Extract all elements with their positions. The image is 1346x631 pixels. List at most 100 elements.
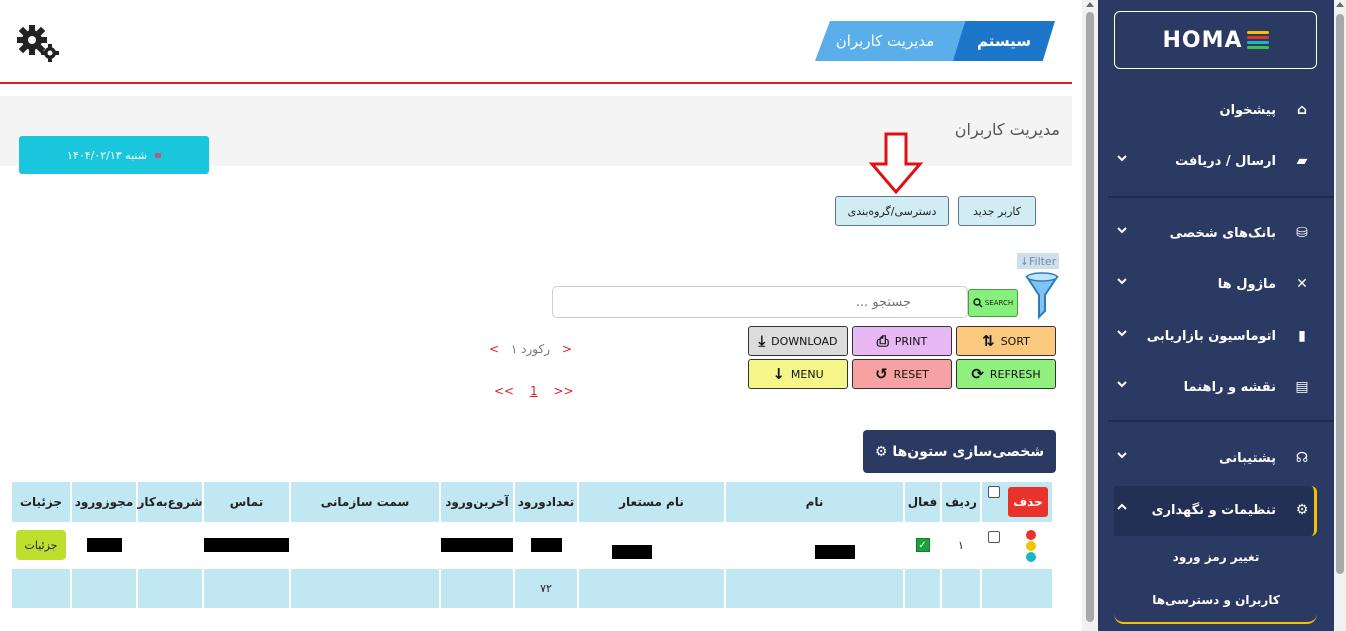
row-checkbox[interactable] — [988, 531, 1000, 543]
printer-icon: ⎙ — [876, 332, 889, 350]
sidebar-scrollbar[interactable] — [1334, 0, 1346, 631]
header-start[interactable]: شروع‌به‌کار — [137, 482, 203, 522]
header-login-count[interactable]: تعدادورود — [515, 482, 577, 522]
search-button-label: SEARCH — [984, 299, 1014, 307]
header-name[interactable]: نام — [726, 482, 903, 522]
pager-last[interactable]: >> — [553, 384, 573, 398]
page-navigator: << 1 >> — [494, 384, 574, 398]
sidebar-item-support[interactable]: ☊ پشتیبانی — [1098, 440, 1334, 476]
footer-cell — [942, 569, 980, 608]
header-active[interactable]: فعال — [905, 482, 940, 522]
login-count-cell — [515, 524, 577, 566]
header-contact[interactable]: تماس — [204, 482, 289, 522]
footer-cell — [579, 569, 724, 608]
reset-label: RESET — [893, 367, 929, 381]
arrow-down-icon: ↓ — [1019, 254, 1029, 268]
menu-button[interactable]: ↓ MENU — [748, 359, 848, 389]
pager-page-1[interactable]: 1 — [530, 384, 538, 398]
calendar-icon — [154, 152, 161, 158]
footer-cell — [12, 569, 70, 608]
header-details[interactable]: جزئیات — [12, 482, 70, 522]
date-label: شنبه ۱۴۰۴/۰۲/۱۳ — [67, 148, 147, 162]
sidebar-divider — [1108, 420, 1334, 422]
sidebar-scroll-thumb[interactable] — [1336, 14, 1344, 574]
status-light-icon — [1026, 530, 1036, 562]
new-user-button[interactable]: کاربر جدید — [958, 196, 1036, 226]
redacted-contact — [204, 538, 289, 552]
print-button[interactable]: ⎙ PRINT — [852, 326, 952, 356]
funnel-icon[interactable] — [1025, 271, 1059, 321]
download-label: DOWNLOAD — [771, 334, 838, 348]
contact-cell — [204, 524, 289, 566]
footer-cell — [138, 569, 202, 608]
delete-button[interactable]: حذف — [1008, 487, 1048, 517]
sidebar-item-personal-banks[interactable]: ⛁ بانک‌های شخصی — [1098, 215, 1334, 251]
customize-columns-button[interactable]: ⚙ شخصی‌سازی ستون‌ها — [863, 430, 1056, 473]
record-count: ۱ رکورد — [510, 342, 551, 356]
logo-text: HOMA — [1162, 27, 1243, 53]
sidebar-item-settings[interactable]: ⚙ تنظیمات و نگهداری — [1098, 492, 1334, 528]
redacted-permit — [86, 538, 122, 552]
chevron-up-icon — [1117, 503, 1127, 510]
scroll-up-icon[interactable] — [1086, 2, 1094, 7]
sidebar-item-modules[interactable]: ✕ ماژول ها — [1098, 266, 1334, 302]
sort-icon: ⇅ — [982, 332, 995, 350]
reset-button[interactable]: ↺ RESET — [852, 359, 952, 389]
active-check-icon[interactable]: ✓ — [915, 538, 930, 552]
scroll-up-icon[interactable] — [1336, 2, 1344, 7]
sidebar-item-label: ارسال / دریافت — [1175, 153, 1276, 169]
sort-label: SORT — [1000, 334, 1030, 348]
sidebar-item-marketing-automation[interactable]: ▮ اتوماسیون بازاریابی — [1098, 318, 1334, 354]
header-username[interactable]: نام مستعار — [579, 482, 724, 522]
footer-cell — [204, 569, 289, 608]
chevron-down-icon — [1117, 381, 1127, 388]
sidebar-subitem-change-password[interactable]: تغییر رمز ورود — [1098, 550, 1334, 564]
home-icon: ⌂ — [1296, 102, 1308, 118]
footer-cell — [291, 569, 439, 608]
sidebar-subitem-underline — [1114, 608, 1317, 624]
details-button[interactable]: جزئیات — [16, 530, 66, 560]
search-input[interactable] — [552, 286, 968, 318]
footer-cell — [905, 569, 940, 608]
sidebar-item-send-receive[interactable]: ▰ ارسال / دریافت — [1098, 143, 1334, 179]
header-delete: حذف — [982, 482, 1052, 522]
redacted-username — [611, 545, 652, 559]
refresh-label: REFRESH — [989, 367, 1041, 381]
footer-cell — [72, 569, 136, 608]
pager-first[interactable]: << — [494, 384, 514, 398]
content-scroll-thumb[interactable] — [1086, 12, 1094, 622]
content-scrollbar[interactable] — [1082, 0, 1098, 631]
breadcrumb-current[interactable]: مدیریت کاربران — [815, 21, 965, 61]
sidebar-item-map-guide[interactable]: ▤ نقشه و راهنما — [1098, 369, 1334, 405]
breadcrumb-parent[interactable]: سیستم — [953, 21, 1055, 61]
refresh-button[interactable]: ⟳ REFRESH — [956, 359, 1056, 389]
date-button[interactable]: شنبه ۱۴۰۴/۰۲/۱۳ — [19, 136, 209, 174]
header-position[interactable]: سمت سازمانی — [291, 482, 439, 522]
download-button[interactable]: ⤓ DOWNLOAD — [748, 326, 848, 356]
select-all-checkbox[interactable] — [988, 486, 1000, 498]
redacted-login-count — [530, 538, 562, 552]
sidebar: HOMA ⌂ پیشخوان ▰ ارسال / دریافت ⛁ بانک‌ه… — [1098, 0, 1334, 631]
tools-icon: ✕ — [1296, 276, 1308, 292]
search-button[interactable]: SEARCH — [968, 289, 1018, 317]
sidebar-item-label: بانک‌های شخصی — [1169, 225, 1276, 241]
download-icon: ⤓ — [758, 332, 766, 350]
permit-cell — [72, 524, 136, 566]
header-last-login[interactable]: آخرین‌ورود — [441, 482, 513, 522]
chevron-down-icon — [1117, 330, 1127, 337]
access-group-button[interactable]: دسترسی/گروه‌بندی — [835, 196, 949, 226]
filter-toggle[interactable]: ↓ Filter — [1017, 253, 1059, 269]
sidebar-item-dashboard[interactable]: ⌂ پیشخوان — [1098, 92, 1334, 128]
header-row[interactable]: ردیف — [942, 482, 980, 522]
record-pager: < ۱ رکورد > — [489, 342, 579, 356]
gear-icon[interactable] — [14, 22, 62, 64]
search-icon — [973, 298, 983, 308]
header-permit[interactable]: مجوزورود — [72, 482, 136, 522]
sort-button[interactable]: ⇅ SORT — [956, 326, 1056, 356]
logo[interactable]: HOMA — [1114, 11, 1317, 69]
sidebar-subitem-users-access[interactable]: کاربران و دسترسی‌ها — [1098, 593, 1334, 607]
refresh-icon: ⟳ — [971, 365, 984, 383]
pager-prev[interactable]: < — [489, 342, 499, 356]
headset-icon: ☊ — [1295, 450, 1309, 466]
pager-next[interactable]: > — [562, 342, 572, 356]
